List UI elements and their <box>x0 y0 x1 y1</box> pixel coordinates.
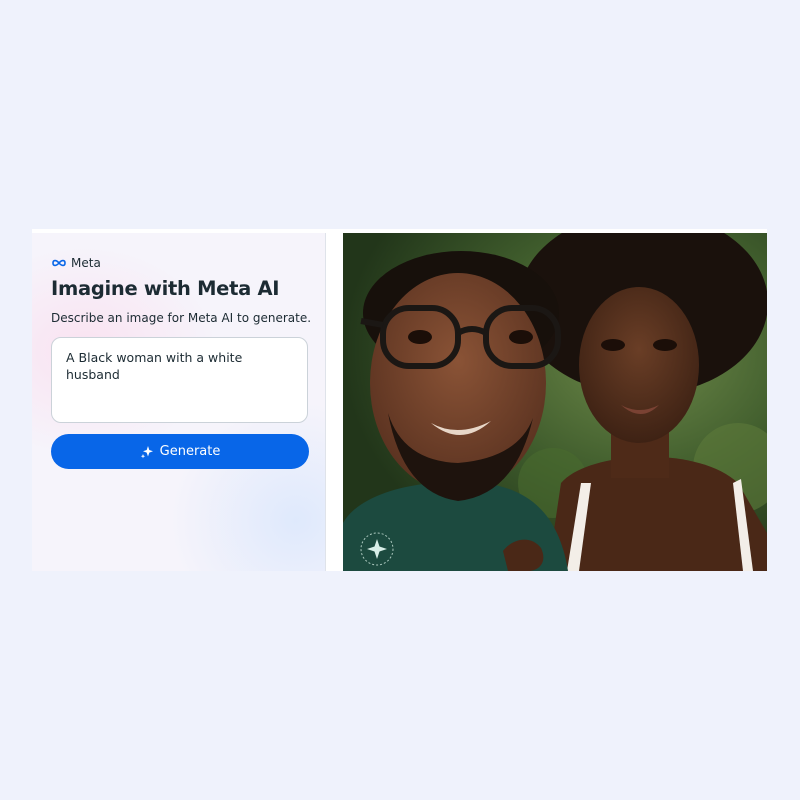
page-subtitle: Describe an image for Meta AI to generat… <box>51 311 312 325</box>
meta-brand: Meta <box>51 256 101 270</box>
man-figure <box>343 251 568 571</box>
imagine-card: Meta Imagine with Meta AI Describe an im… <box>32 229 767 571</box>
page-title: Imagine with Meta AI <box>51 277 280 300</box>
prompt-text: A Black woman with a white husband <box>66 350 243 382</box>
generate-label: Generate <box>159 444 221 459</box>
prompt-input[interactable]: A Black woman with a white husband <box>51 337 308 423</box>
generated-image <box>343 233 767 571</box>
meta-infinity-icon <box>52 259 66 267</box>
generate-button[interactable]: Generate <box>51 434 309 469</box>
brand-name: Meta <box>71 256 101 270</box>
sparkle-icon <box>140 445 153 458</box>
prompt-panel: Meta Imagine with Meta AI Describe an im… <box>32 233 326 571</box>
